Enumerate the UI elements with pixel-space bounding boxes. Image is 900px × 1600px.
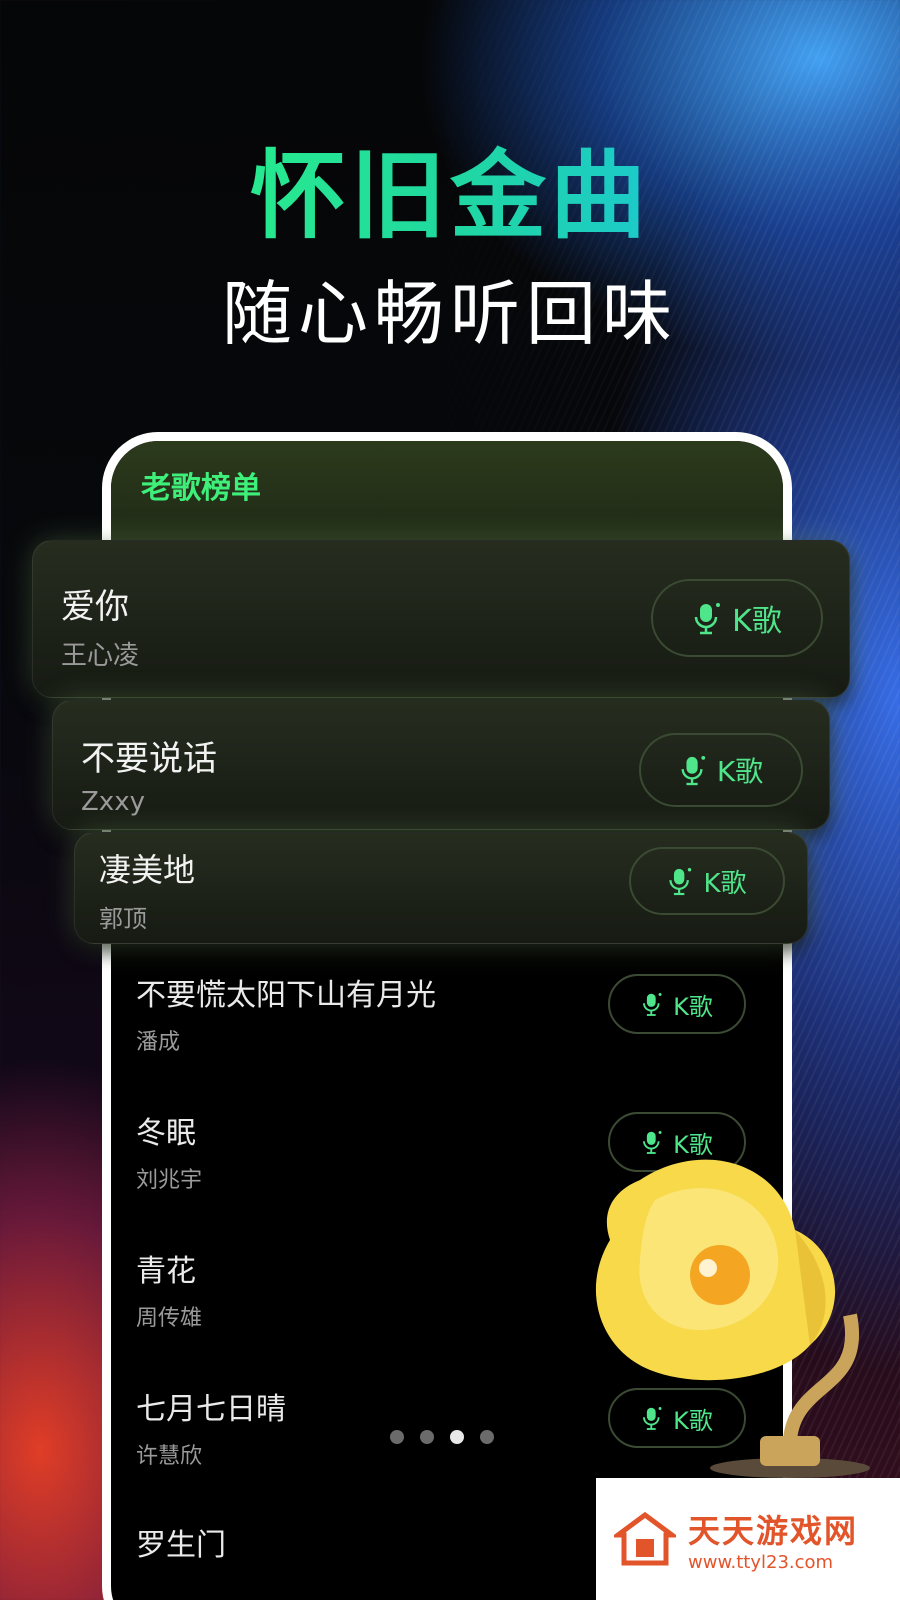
song-card[interactable]: 不要说话 Zxxy K歌 [52, 700, 830, 830]
page-dot[interactable] [480, 1430, 494, 1444]
list-item[interactable]: 不要慌太阳下山有月光 潘成 [136, 970, 436, 1056]
watermark: 天天游戏网 www.ttyl23.com [596, 1478, 900, 1600]
karaoke-button[interactable]: K歌 [608, 974, 746, 1034]
karaoke-button-label: K歌 [732, 604, 782, 639]
chart-title: 老歌榜单 [141, 471, 261, 506]
watermark-name: 天天游戏网 [688, 1511, 859, 1550]
song-title: 青花 [136, 1254, 196, 1289]
watermark-url: www.ttyl23.com [688, 1551, 834, 1573]
gramophone-flower-illustration [595, 1159, 870, 1478]
song-title: 七月七日晴 [136, 1392, 286, 1427]
list-item[interactable]: 七月七日晴 许慧欣 [136, 1384, 286, 1470]
song-title: 冬眠 [136, 1116, 196, 1151]
house-logo-icon [614, 1511, 676, 1566]
song-title: 罗生门 [136, 1528, 226, 1563]
karaoke-button[interactable]: K歌 [639, 733, 803, 807]
page-dot[interactable] [420, 1430, 434, 1444]
song-title: 不要说话 [81, 739, 217, 779]
song-artist: Zxxy [81, 787, 145, 817]
list-item[interactable]: 罗生门 [136, 1520, 226, 1564]
microphone-icon [643, 993, 662, 1016]
list-item[interactable]: 冬眠 刘兆宇 [136, 1108, 202, 1194]
song-artist: 许慧欣 [136, 1444, 203, 1469]
microphone-icon [694, 603, 721, 635]
song-title: 凄美地 [99, 851, 196, 889]
microphone-icon [681, 756, 705, 786]
list-item[interactable]: 青花 周传雄 [136, 1246, 202, 1332]
song-title: 不要慌太阳下山有月光 [136, 978, 436, 1013]
song-card[interactable]: 凄美地 郭顶 K歌 [74, 832, 808, 944]
karaoke-button-label: K歌 [716, 755, 764, 788]
microphone-icon [669, 868, 692, 896]
hero-title: 怀旧金曲 [0, 118, 900, 257]
page-dot-active[interactable] [450, 1430, 464, 1444]
song-artist: 郭顶 [99, 905, 147, 933]
page-indicator [390, 1430, 494, 1444]
song-artist: 刘兆宇 [136, 1168, 203, 1193]
song-title: 爱你 [61, 587, 129, 627]
karaoke-button-label: K歌 [673, 992, 713, 1021]
song-artist: 潘成 [136, 1030, 181, 1055]
karaoke-button[interactable]: K歌 [629, 847, 785, 915]
page-dot[interactable] [390, 1430, 404, 1444]
hero-subtitle: 随心畅听回味 [222, 273, 678, 355]
karaoke-button[interactable]: K歌 [651, 579, 823, 657]
karaoke-button-label: K歌 [703, 868, 747, 899]
song-artist: 王心凌 [61, 641, 140, 671]
song-card[interactable]: 爱你 王心凌 K歌 [32, 540, 850, 698]
song-artist: 周传雄 [136, 1306, 203, 1331]
